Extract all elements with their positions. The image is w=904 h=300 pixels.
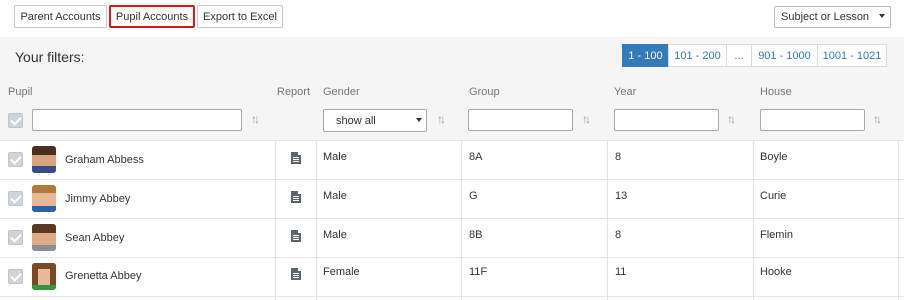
sort-pupil-icon[interactable]: ↑↓: [251, 112, 260, 126]
group-filter-input[interactable]: [468, 109, 573, 131]
column-divider: [898, 141, 899, 300]
gender-cell: Male: [323, 229, 347, 241]
subject-select-label: Subject or Lesson: [781, 11, 870, 23]
column-header-house[interactable]: House: [760, 86, 792, 98]
year-cell: 8: [615, 229, 622, 241]
sort-year-icon[interactable]: ↑↓: [727, 112, 736, 126]
gender-cell: Male: [323, 190, 347, 202]
column-divider: [607, 141, 608, 300]
house-filter-input[interactable]: [760, 109, 865, 131]
filters-title: Your filters:: [15, 49, 85, 65]
gender-filter-select[interactable]: show all: [323, 109, 427, 132]
column-header-pupil[interactable]: Pupil: [8, 86, 32, 98]
page-1-100[interactable]: 1 - 100: [622, 44, 669, 67]
row-checkbox[interactable]: [8, 152, 23, 167]
caret-down-icon: [416, 118, 422, 122]
column-header-gender[interactable]: Gender: [323, 86, 360, 98]
gender-cell: Male: [323, 151, 347, 163]
column-header-report: Report: [277, 86, 311, 98]
column-header-group[interactable]: Group: [469, 86, 500, 98]
subject-or-lesson-select[interactable]: Subject or Lesson: [774, 6, 891, 28]
pupil-name[interactable]: Jimmy Abbey: [65, 193, 130, 205]
report-icon[interactable]: [291, 191, 301, 203]
page-901-1000[interactable]: 901 - 1000: [751, 44, 818, 67]
pupil-name[interactable]: Grenetta Abbey: [65, 270, 141, 282]
year-cell: 13: [615, 190, 628, 202]
year-cell: 11: [615, 266, 627, 278]
sort-gender-icon[interactable]: ↑↓: [437, 112, 446, 126]
select-all-checkbox[interactable]: [8, 113, 23, 128]
row-checkbox[interactable]: [8, 230, 23, 245]
report-icon[interactable]: [291, 268, 301, 280]
toolbar: Parent Accounts Pupil Accounts Export to…: [0, 0, 904, 37]
parent-accounts-button[interactable]: Parent Accounts: [14, 5, 107, 28]
row-checkbox[interactable]: [8, 191, 23, 206]
avatar: [32, 263, 56, 290]
gender-cell: Female: [323, 266, 360, 278]
group-cell: 11F: [469, 266, 488, 278]
group-cell: 8A: [469, 151, 483, 163]
year-cell: 8: [615, 151, 622, 163]
year-filter-input[interactable]: [614, 109, 719, 131]
avatar: [32, 185, 56, 212]
column-header-year[interactable]: Year: [614, 86, 636, 98]
house-cell: Boyle: [760, 151, 788, 163]
house-cell: Hooke: [760, 266, 792, 278]
page-ellipsis[interactable]: ...: [726, 44, 752, 67]
page-1001-1021[interactable]: 1001 - 1021: [817, 44, 887, 67]
column-divider: [275, 141, 276, 300]
sort-group-icon[interactable]: ↑↓: [582, 112, 591, 126]
avatar: [32, 146, 56, 173]
gender-filter-value: show all: [336, 114, 376, 127]
column-divider: [316, 141, 317, 300]
pupil-name[interactable]: Sean Abbey: [65, 232, 124, 244]
report-icon[interactable]: [291, 152, 301, 164]
column-divider: [461, 141, 462, 300]
pupil-filter-input[interactable]: [32, 109, 242, 131]
export-to-excel-button[interactable]: Export to Excel: [197, 5, 283, 28]
report-icon[interactable]: [291, 230, 301, 242]
sort-house-icon[interactable]: ↑↓: [873, 112, 882, 126]
pagination: 1 - 100 101 - 200 ... 901 - 1000 1001 - …: [622, 44, 887, 67]
row-checkbox[interactable]: [8, 269, 23, 284]
pupil-accounts-button[interactable]: Pupil Accounts: [109, 5, 195, 28]
group-cell: G: [469, 190, 478, 202]
pupil-name[interactable]: Graham Abbess: [65, 154, 144, 166]
group-cell: 8B: [469, 229, 483, 241]
page-101-200[interactable]: 101 - 200: [668, 44, 727, 67]
house-cell: Curie: [760, 190, 787, 202]
avatar: [32, 224, 56, 251]
column-divider: [753, 141, 754, 300]
house-cell: Flemin: [760, 229, 794, 241]
caret-down-icon: [879, 14, 885, 18]
